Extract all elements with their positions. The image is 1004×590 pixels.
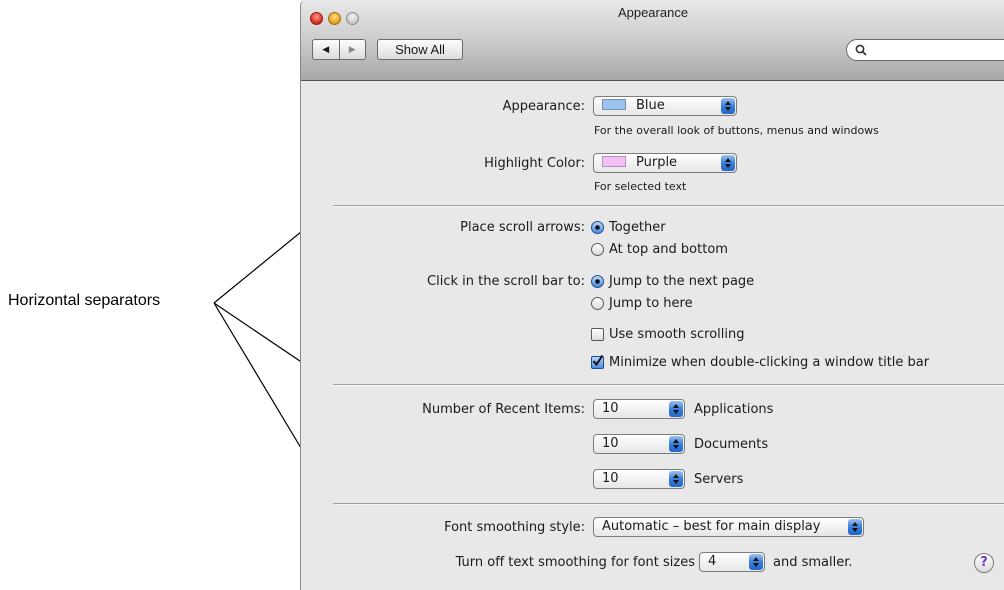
forward-button[interactable]: ▶ (338, 40, 366, 59)
window-title: Appearance (617, 5, 689, 20)
jump-to-here-radio[interactable] (591, 297, 604, 310)
font-smoothing-value: Automatic – best for main display (602, 519, 821, 534)
jump-next-page-radio[interactable] (591, 275, 604, 288)
highlight-color-popup[interactable]: Purple (593, 153, 737, 173)
minimize-double-click-checkbox[interactable] (591, 354, 604, 369)
preferences-window: Appearance ◀ ▶ Show All Appearance: Blue… (300, 0, 1004, 590)
popup-arrows-icon (848, 519, 862, 535)
recent-applications-label: Applications (694, 402, 774, 417)
smooth-scrolling-checkbox[interactable] (591, 328, 604, 341)
back-button[interactable]: ◀ (313, 40, 339, 59)
highlight-swatch (602, 156, 626, 167)
recent-items-label: Number of Recent Items: (422, 402, 585, 417)
search-input[interactable] (846, 39, 1004, 61)
horizontal-separator (333, 384, 1004, 385)
horizontal-separator (333, 205, 1004, 206)
popup-arrows-icon (669, 436, 683, 452)
help-button[interactable]: ? (974, 553, 994, 573)
search-icon (855, 44, 867, 56)
recent-applications-value: 10 (602, 401, 619, 416)
window-toolbar: Appearance ◀ ▶ Show All (301, 0, 1004, 81)
highlight-note: For selected text (594, 180, 687, 193)
checkmark-icon (592, 354, 604, 367)
scroll-arrows-top-bottom-radio[interactable] (591, 243, 604, 256)
highlight-value: Purple (636, 155, 678, 170)
jump-to-here-label: Jump to here (609, 296, 693, 311)
recent-servers-label: Servers (694, 472, 744, 487)
text-smoothing-suffix: and smaller. (773, 555, 853, 570)
right-arrow-icon: ▶ (348, 44, 356, 55)
recent-documents-label: Documents (694, 437, 769, 452)
popup-arrows-icon (669, 401, 683, 417)
text-smoothing-label: Turn off text smoothing for font sizes (455, 555, 695, 570)
scroll-arrows-top-bottom-label: At top and bottom (609, 242, 728, 257)
recent-documents-popup[interactable]: 10 (593, 434, 685, 454)
recent-servers-popup[interactable]: 10 (593, 469, 685, 489)
text-smoothing-size-popup[interactable]: 4 (699, 552, 765, 572)
recent-documents-value: 10 (602, 436, 619, 451)
text-smoothing-size-value: 4 (708, 554, 717, 569)
popup-arrows-icon (721, 155, 735, 171)
horizontal-separator (333, 503, 1004, 504)
minimize-double-click-label: Minimize when double-clicking a window t… (609, 355, 930, 370)
appearance-swatch (602, 99, 626, 110)
font-smoothing-label: Font smoothing style: (444, 520, 585, 535)
highlight-color-label: Highlight Color: (484, 156, 585, 171)
recent-servers-value: 10 (602, 471, 619, 486)
scroll-arrows-together-radio[interactable] (591, 221, 604, 234)
font-smoothing-popup[interactable]: Automatic – best for main display (593, 517, 864, 537)
scroll-arrows-label: Place scroll arrows: (460, 220, 585, 235)
left-arrow-icon: ◀ (322, 44, 330, 55)
appearance-value: Blue (636, 98, 665, 113)
navigation-buttons: ◀ ▶ (312, 39, 366, 60)
appearance-note: For the overall look of buttons, menus a… (594, 124, 879, 137)
smooth-scrolling-label: Use smooth scrolling (609, 327, 745, 342)
popup-arrows-icon (749, 554, 763, 570)
show-all-button[interactable]: Show All (377, 39, 463, 60)
popup-arrows-icon (721, 98, 735, 114)
appearance-label: Appearance: (502, 99, 585, 114)
scroll-arrows-together-label: Together (609, 220, 666, 235)
popup-arrows-icon (669, 471, 683, 487)
scroll-click-label: Click in the scroll bar to: (427, 274, 585, 289)
jump-next-page-label: Jump to the next page (609, 274, 755, 289)
appearance-popup[interactable]: Blue (593, 96, 737, 116)
recent-applications-popup[interactable]: 10 (593, 399, 685, 419)
